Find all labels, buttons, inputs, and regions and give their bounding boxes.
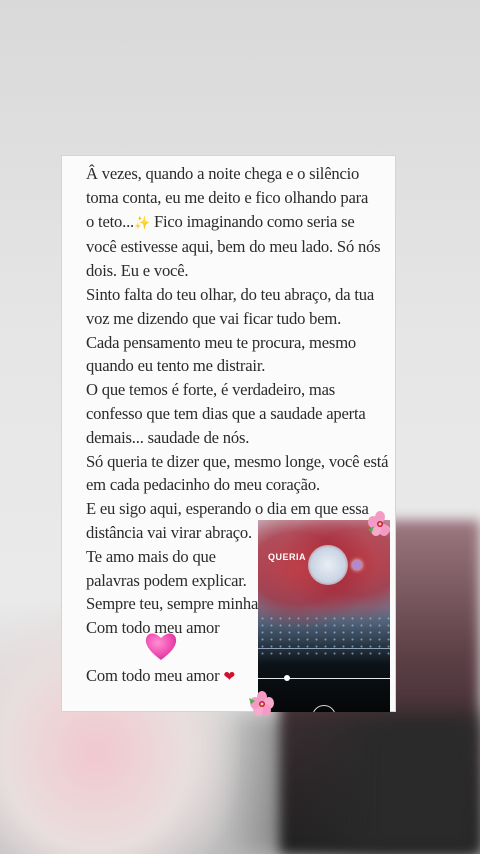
sparkle-particles xyxy=(258,615,390,655)
small-flower-icon xyxy=(352,560,362,570)
waveform-line xyxy=(258,648,390,649)
note-line: você estivesse aqui, bem do meu lado. Só… xyxy=(86,237,381,257)
progress-handle[interactable] xyxy=(284,675,290,681)
video-title: QUERIA xyxy=(268,552,307,562)
video-sticker[interactable]: QUERIA xyxy=(258,520,390,712)
note-line: voz me dizendo que vai ficar tudo bem. xyxy=(86,308,342,328)
red-heart-icon: ❤ xyxy=(223,668,235,685)
note-line: Â vezes, quando a noite chega e o silênc… xyxy=(86,164,360,183)
pink-flower-icon xyxy=(368,511,390,536)
pink-flower-icon xyxy=(249,691,274,716)
note-line: O que temos é forte, é verdadeiro, mas xyxy=(86,380,336,400)
pink-heart-icon xyxy=(145,633,177,660)
note-line: Cada pensamento meu te procura, mesmo xyxy=(86,332,356,352)
note-line: Só queria te dizer que, mesmo longe, voc… xyxy=(86,451,389,471)
cloud-image xyxy=(308,545,348,585)
note-line: dois. Eu e você. xyxy=(86,261,189,281)
note-line: demais... saudade de nós. xyxy=(86,427,250,447)
note-line: o teto...✨ Fico imaginando como seria se xyxy=(86,211,355,231)
sparkles-icon: ✨ xyxy=(133,215,150,231)
note-line: toma conta, eu me deito e fico olhando p… xyxy=(86,187,369,207)
note-line: confesso que tem dias que a saudade aper… xyxy=(86,403,366,423)
play-circle-icon[interactable] xyxy=(312,705,336,712)
progress-track[interactable] xyxy=(258,678,390,679)
note-line: Sinto falta do teu olhar, do teu abraço,… xyxy=(86,284,375,304)
note-line: E eu sigo aqui, esperando o dia em que e… xyxy=(86,499,369,519)
note-line: em cada pedacinho do meu coração. xyxy=(86,475,320,495)
note-line: quando eu tento me distrair. xyxy=(86,356,266,376)
background-blur-bottom xyxy=(220,714,480,854)
